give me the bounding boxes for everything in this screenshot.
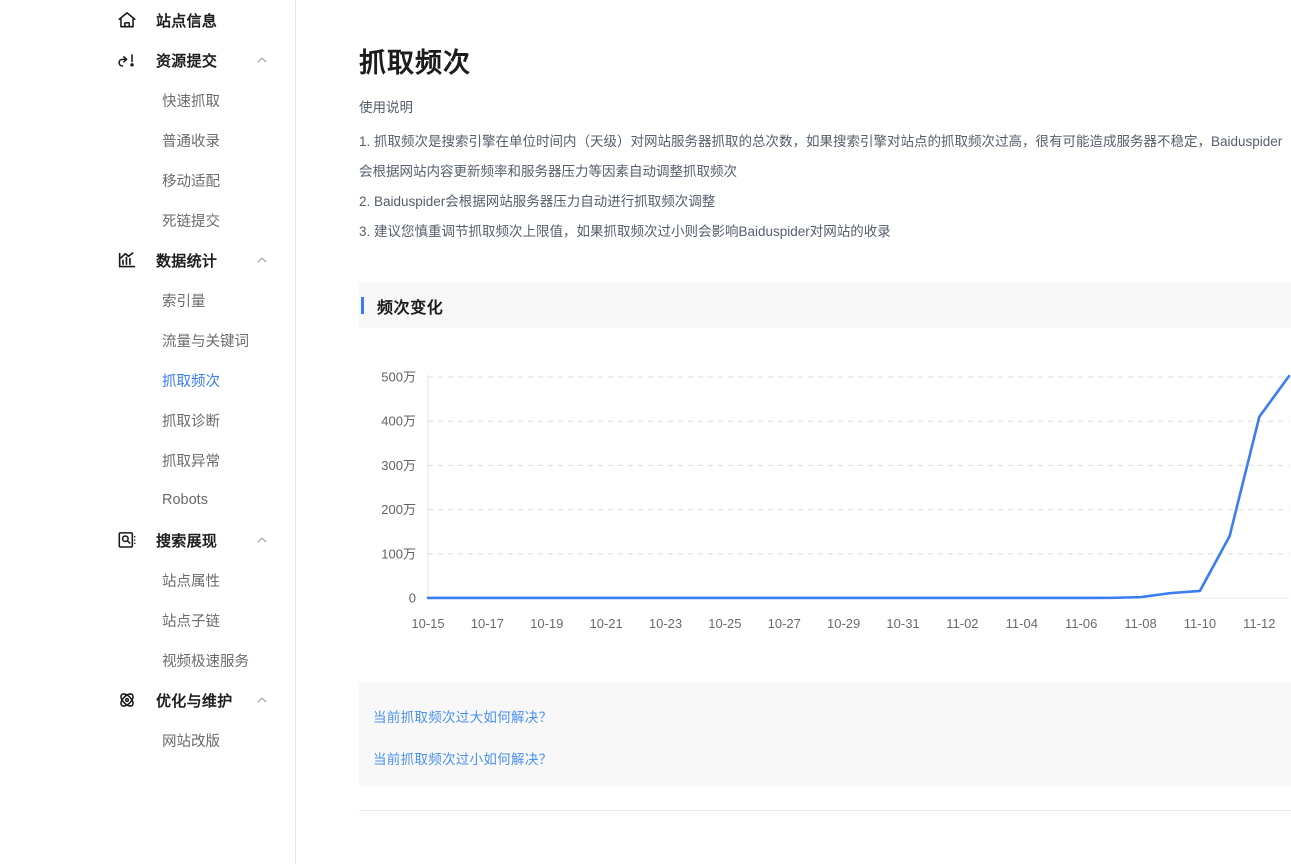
chart-canvas: 0 100万 200万 300万 400万 500万 10-15 10-17 10-19 10-2… [381,370,1291,631]
chart-xtick-label: 10-23 [649,616,682,631]
sidebar-nav-list: 站点信息资源提交快速抓取 普通收录 移动适配 死链提交数据统计索引量 流量与关键词 抓取频… [0,0,295,760]
sidebar-group-optimize-maintain: 优化与维护网站改版 [0,680,295,760]
sidebar: 站点信息资源提交快速抓取 普通收录 移动适配 死链提交数据统计索引量 流量与关键词 抓取频… [0,0,296,864]
sidebar-subitem-optimize-maintain-0[interactable]: 网站改版 [0,720,295,760]
sidebar-group-label: 资源提交 [156,52,218,70]
link-frequency-too-low[interactable]: 当前抓取频次过小如何解决？ [373,748,552,768]
chart-xtick-label: 11-02 [946,616,978,631]
link-frequency-too-high[interactable]: 当前抓取频次过大如何解决？ [373,706,552,726]
section-accent-bar [361,297,364,314]
sidebar-item-search-display[interactable]: 搜索展现 [0,520,295,560]
sidebar-group-label: 搜索展现 [156,532,218,550]
sidebar-group-search-display: 搜索展现站点属性 站点子链 视频极速服务 [0,520,295,680]
chart-xtick-label: 10-25 [708,616,741,631]
chart-xtick-label: 11-06 [1065,616,1097,631]
main-content: 抓取频次 使用说明 1. 抓取频次是搜索引擎在单位时间内（天级）对网站服务器抓取… [296,0,1291,864]
sidebar-subitem-data-stats-3[interactable]: 抓取诊断 [0,400,295,440]
sidebar-subitem-resource-submit-1[interactable]: 普通收录 [0,120,295,160]
sidebar-subitem-resource-submit-0[interactable]: 快速抓取 [0,80,295,120]
bar-chart-icon [116,249,138,271]
sidebar-item-optimize-maintain[interactable]: 优化与维护 [0,680,295,720]
usage-instructions-lead: 使用说明 [359,100,413,115]
chart-ytick-label: 300万 [381,458,416,473]
usage-instructions: 使用说明 1. 抓取频次是搜索引擎在单位时间内（天级）对网站服务器抓取的总次数，… [359,97,1291,247]
chart-ytick-label: 100万 [381,546,416,561]
section-header-frequency-change: 频次变化 [359,283,1291,328]
chart-xtick-label: 10-17 [471,616,504,631]
chart-xtick-label: 11-04 [1006,616,1038,631]
chevron-up-icon[interactable] [255,253,269,267]
section-title: 频次变化 [377,299,444,317]
chart-xtick-label: 10-27 [768,616,801,631]
sidebar-group-label: 站点信息 [156,12,218,30]
chart-line-series [426,374,1291,600]
sidebar-subitem-resource-submit-3[interactable]: 死链提交 [0,200,295,240]
help-links-panel: 当前抓取频次过大如何解决？ 当前抓取频次过小如何解决？ [359,683,1291,786]
upload-arrow-icon [116,49,138,71]
usage-instruction-line: 1. 抓取频次是搜索引擎在单位时间内（天级）对网站服务器抓取的总次数，如果搜索引… [359,134,1283,149]
search-box-icon [116,529,138,551]
sidebar-item-site-info[interactable]: 站点信息 [0,0,295,40]
sidebar-subitem-data-stats-2[interactable]: 抓取频次 [0,360,295,400]
chevron-up-icon[interactable] [255,533,269,547]
sidebar-group-resource-submit: 资源提交快速抓取 普通收录 移动适配 死链提交 [0,40,295,240]
sidebar-subitem-search-display-2[interactable]: 视频极速服务 [0,640,295,680]
home-icon [116,9,138,31]
sidebar-subitem-search-display-0[interactable]: 站点属性 [0,560,295,600]
sidebar-subitem-resource-submit-2[interactable]: 移动适配 [0,160,295,200]
chart-xtick-label: 10-19 [530,616,563,631]
chart-xtick-label: 10-29 [827,616,860,631]
sidebar-subitem-data-stats-5[interactable]: Robots [0,480,295,520]
sidebar-subitem-data-stats-0[interactable]: 索引量 [0,280,295,320]
usage-instructions-lines: 1. 抓取频次是搜索引擎在单位时间内（天级）对网站服务器抓取的总次数，如果搜索引… [359,127,1291,247]
chart-xtick-label: 11-12 [1243,616,1275,631]
sidebar-group-label: 数据统计 [156,252,218,270]
usage-instruction-line: 会根据网站内容更新频率和服务器压力等因素自动调整抓取频次 [359,164,737,179]
usage-instruction-line: 3. 建议您慎重调节抓取频次上限值，如果抓取频次过小则会影响Baiduspide… [359,224,891,239]
usage-instruction-line: 2. Baiduspider会根据网站服务器压力自动进行抓取频次调整 [359,194,716,209]
chart-xtick-label: 10-15 [411,616,444,631]
footer-divider [359,810,1291,811]
chevron-up-icon[interactable] [255,693,269,707]
chart-ytick-label: 200万 [381,502,416,517]
chart-xtick-label: 11-08 [1124,616,1156,631]
sidebar-subitem-data-stats-1[interactable]: 流量与关键词 [0,320,295,360]
chart-ytick-label: 0 [409,591,416,606]
chart-xtick-label: 10-31 [886,616,919,631]
atom-icon [116,689,138,711]
sidebar-item-data-stats[interactable]: 数据统计 [0,240,295,280]
sidebar-subitem-data-stats-4[interactable]: 抓取异常 [0,440,295,480]
chart-xtick-label: 11-10 [1184,616,1216,631]
chart-ytick-label: 400万 [381,414,416,429]
chevron-up-icon[interactable] [255,53,269,67]
frequency-change-chart: 0 100万 200万 300万 400万 500万 10-15 10-17 10-19 10-2… [359,340,1291,645]
page-title: 抓取频次 [359,48,471,78]
page-root: 站点信息 资源提交 快速抓取 普通收录 移动适配 死链提交 数据统计 索引量 流量与关键词 抓取频… [0,0,1291,864]
sidebar-group-site-info: 站点信息 [0,0,295,40]
chart-ytick-label: 500万 [381,370,416,385]
sidebar-group-data-stats: 数据统计索引量 流量与关键词 抓取频次 抓取诊断 抓取异常 Robots [0,240,295,520]
sidebar-group-label: 优化与维护 [156,692,233,710]
chart-xtick-label: 10-21 [590,616,623,631]
sidebar-subitem-search-display-1[interactable]: 站点子链 [0,600,295,640]
sidebar-item-resource-submit[interactable]: 资源提交 [0,40,295,80]
